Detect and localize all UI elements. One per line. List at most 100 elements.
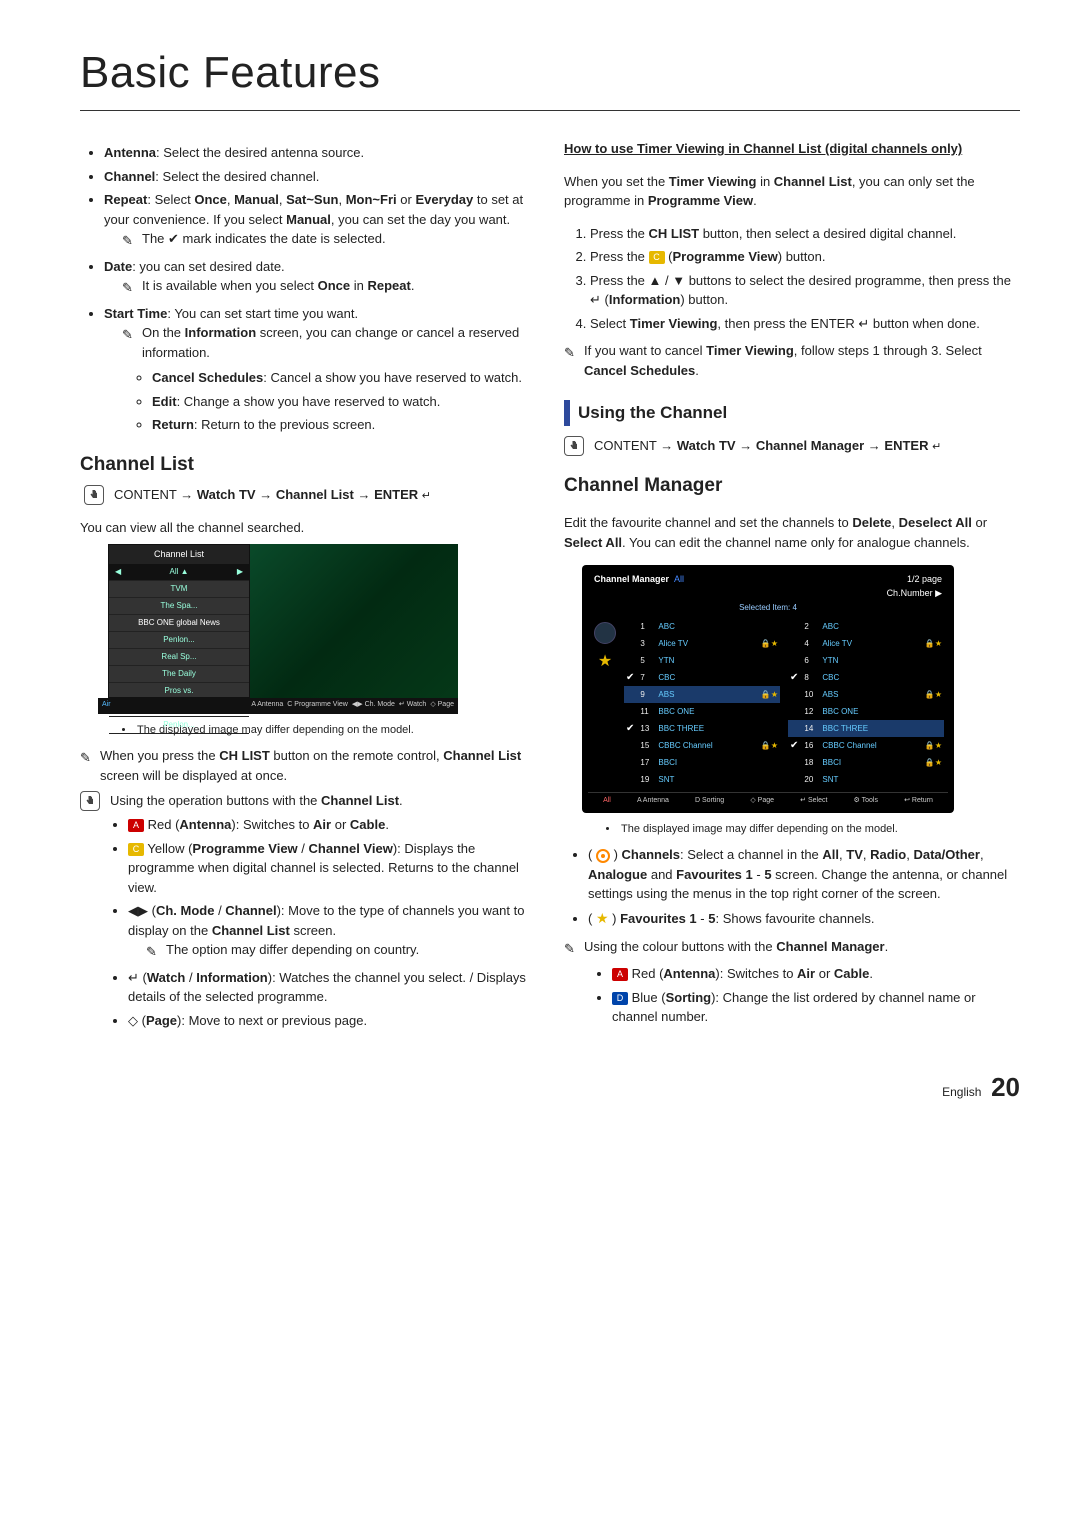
footer-item: A Antenna (637, 796, 669, 807)
cm-favourites: ( ★ ) Favourites 1 - 5: Shows favourite … (588, 908, 1020, 929)
star-icon: ★ (598, 650, 612, 674)
op-enter: ↵ (Watch / Information): Watches the cha… (128, 968, 536, 1007)
op-red: A Red (Antenna): Switches to Air or Cabl… (128, 815, 536, 835)
red-icon: A (612, 968, 628, 981)
channel-list-intro: You can view all the channel searched. (80, 518, 536, 538)
table-row: ✔7CBC (624, 669, 780, 686)
page-footer: English 20 (80, 1068, 1020, 1107)
using-channel-heading: Using the Channel (564, 400, 1020, 426)
item-start-time: Start Time: You can set start time you w… (104, 304, 536, 435)
table-row: ✔20SNT (788, 771, 944, 788)
table-row: ✔16CBBC Channel🔒★ (788, 737, 944, 754)
footer-item: Air (102, 700, 111, 711)
op-page: ◇ (Page): Move to next or previous page. (128, 1011, 536, 1031)
channel-list-screenshot: Channel List ◀All ▲▶ TVM The Spa... BBC … (98, 544, 458, 714)
page-title: Basic Features (80, 40, 1020, 111)
list-item: BBC ONE global News (109, 615, 249, 632)
list-item: The Daily (109, 666, 249, 683)
list-item: TVM (109, 581, 249, 598)
nav-path: CONTENT → Watch TV → Channel List → ENTE… (114, 485, 431, 505)
table-row: ✔13BBC THREE (624, 720, 780, 737)
footer-item: ↩ Return (904, 796, 933, 807)
note-text: On the Information screen, you can chang… (142, 323, 536, 362)
note-text: The ✔ mark indicates the date is selecte… (142, 229, 386, 249)
item-antenna: Antenna: Select the desired antenna sour… (104, 143, 536, 163)
note-icon: ✎ (80, 748, 94, 768)
table-row: ✔19SNT (624, 771, 780, 788)
cm-channels: ( ) Channels: Select a channel in the Al… (588, 845, 1020, 904)
footer-item: C Programme View (287, 700, 348, 711)
right-column: How to use Timer Viewing in Channel List… (564, 139, 1020, 1038)
menu-icon (84, 485, 104, 505)
note-icon: ✎ (146, 942, 160, 962)
screenshot-caption: The displayed image may differ depending… (606, 821, 1020, 838)
note-text: When you press the CH LIST button on the… (100, 746, 536, 785)
yellow-icon: C (128, 843, 144, 856)
table-row: ✔2ABC (788, 618, 944, 635)
blue-icon: D (612, 992, 628, 1005)
howto-step-2: Press the C (Programme View) button. (590, 247, 1020, 267)
note-icon: ✎ (564, 343, 578, 363)
howto-step-4: Select Timer Viewing, then press the ENT… (590, 314, 1020, 334)
table-row: ✔6YTN (788, 652, 944, 669)
table-row: ✔18BBCI🔒★ (788, 754, 944, 771)
footer-item: ↵ Select (800, 796, 827, 807)
red-icon: A (128, 819, 144, 832)
list-item: Real Sp... (109, 649, 249, 666)
note-text: It is available when you select Once in … (142, 276, 414, 296)
footer-item: D Sorting (695, 796, 724, 807)
list-item: The Spa... (109, 598, 249, 615)
nav-path: CONTENT → Watch TV → Channel Manager → E… (594, 436, 941, 456)
item-repeat: Repeat: Select Once, Manual, Sat~Sun, Mo… (104, 190, 536, 251)
table-row: ✔1ABC (624, 618, 780, 635)
table-row: ✔10ABS🔒★ (788, 686, 944, 703)
note-text: The option may differ depending on count… (166, 940, 419, 960)
footer-item: ⚙ Tools (854, 796, 878, 807)
note-icon: ✎ (122, 325, 136, 345)
note-icon: ✎ (122, 231, 136, 251)
howto-step-1: Press the CH LIST button, then select a … (590, 224, 1020, 244)
table-row: ✔9ABS🔒★ (624, 686, 780, 703)
table-row: ✔11BBC ONE (624, 703, 780, 720)
note-icon: ✎ (122, 278, 136, 298)
note-icon: ✎ (564, 939, 578, 959)
channel-manager-heading: Channel Manager (564, 472, 1020, 501)
howto-title: How to use Timer Viewing in Channel List… (564, 139, 1020, 159)
menu-icon (564, 436, 584, 456)
sub-cancel: Cancel Schedules: Cancel a show you have… (152, 368, 536, 388)
left-column: Antenna: Select the desired antenna sour… (80, 139, 536, 1038)
sub-edit: Edit: Change a show you have reserved to… (152, 392, 536, 412)
table-row: ✔3Alice TV🔒★ (624, 635, 780, 652)
item-date: Date: you can set desired date. ✎ It is … (104, 257, 536, 298)
footer-item: ↵ Watch (399, 700, 426, 711)
channel-list-heading: Channel List (80, 451, 536, 480)
table-row: ✔4Alice TV🔒★ (788, 635, 944, 652)
cm-red: A Red (Antenna): Switches to Air or Cabl… (612, 964, 1020, 984)
table-row: ✔15CBBC Channel🔒★ (624, 737, 780, 754)
channel-manager-screenshot: Channel Manager All 1/2 pageCh.Number ▶ … (582, 565, 954, 813)
item-channel: Channel: Select the desired channel. (104, 167, 536, 187)
cm-blue: D Blue (Sorting): Change the list ordere… (612, 988, 1020, 1027)
note-text: If you want to cancel Timer Viewing, fol… (584, 341, 1020, 380)
yellow-icon: C (649, 251, 665, 264)
table-row: ✔17BBCI (624, 754, 780, 771)
howto-intro: When you set the Timer Viewing in Channe… (564, 172, 1020, 211)
footer-item: A Antenna (251, 700, 283, 711)
table-row: ✔8CBC (788, 669, 944, 686)
table-row: ✔12BBC ONE (788, 703, 944, 720)
antenna-icon (594, 622, 616, 644)
list-item: Penlon... (109, 632, 249, 649)
footer-item: ◇ Page (750, 796, 774, 807)
note-text: Using the colour buttons with the Channe… (584, 937, 888, 957)
sub-return: Return: Return to the previous screen. (152, 415, 536, 435)
howto-step-3: Press the ▲ / ▼ buttons to select the de… (590, 271, 1020, 310)
footer-item: All (603, 796, 611, 807)
footer-item: ◇ Page (430, 700, 454, 711)
table-row: ✔14BBC THREE (788, 720, 944, 737)
footer-item: ◀▶ Ch. Mode (352, 700, 395, 711)
cm-intro: Edit the favourite channel and set the c… (564, 513, 1020, 552)
screenshot-title: Channel List (109, 545, 249, 565)
op-lr: ◀▶ (Ch. Mode / Channel): Move to the typ… (128, 901, 536, 962)
using-line: Using the operation buttons with the Cha… (110, 791, 403, 811)
list-item: Penlon... (109, 717, 249, 734)
